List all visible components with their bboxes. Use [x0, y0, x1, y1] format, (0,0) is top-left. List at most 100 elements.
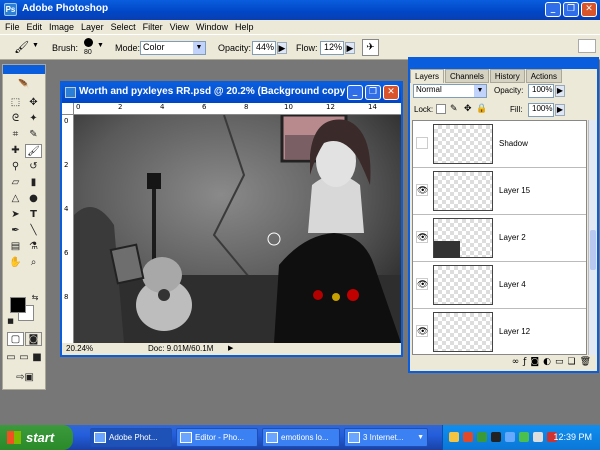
menu-help[interactable]: Help [233, 20, 259, 34]
menu-filter[interactable]: Filter [141, 20, 168, 34]
gradient-icon[interactable]: ▮ [25, 176, 42, 190]
minimize-button[interactable]: _ [545, 2, 561, 17]
toolbox-header[interactable] [3, 65, 45, 74]
swap-colors-icon[interactable]: ⇆ [30, 293, 40, 303]
marquee-icon[interactable]: ⬚ [7, 96, 24, 110]
layer-style-icon[interactable]: ƒ [523, 357, 526, 371]
layer-row[interactable]: 👁 Layer 2 [413, 215, 586, 262]
doc-minimize-button[interactable]: _ [347, 85, 363, 100]
tray-security-icon[interactable] [463, 432, 473, 442]
scrollbar-thumb[interactable] [590, 230, 596, 270]
layer-row[interactable]: 👁 Layer 12 [413, 309, 586, 354]
restore-button[interactable]: ❐ [563, 2, 579, 17]
doc-close-button[interactable]: ✕ [383, 85, 399, 100]
path-selection-icon[interactable]: ➤ [7, 208, 24, 222]
eraser-icon[interactable]: ▱ [7, 176, 24, 190]
line-icon[interactable]: ╲ [25, 224, 42, 238]
layer-row[interactable]: Shadow [413, 121, 586, 168]
blur-icon[interactable]: △ [7, 192, 24, 206]
flow-slider-arrow-icon[interactable]: ▶ [345, 42, 355, 54]
eye-icon[interactable]: 👁 [416, 325, 428, 337]
pen-icon[interactable]: ✒ [7, 224, 24, 238]
history-brush-icon[interactable]: ↺ [25, 160, 42, 174]
crop-icon[interactable]: ⌗ [7, 128, 24, 142]
adjustment-layer-icon[interactable]: ◐ [543, 357, 551, 371]
layers-palette-header[interactable] [410, 59, 597, 69]
healing-brush-icon[interactable]: ✚ [7, 144, 24, 158]
new-layer-icon[interactable]: ❏ [567, 357, 575, 371]
lock-transparency-icon[interactable] [436, 104, 446, 114]
zoom-icon[interactable]: ⌕ [25, 256, 42, 270]
default-colors-icon[interactable]: ■ [6, 317, 15, 326]
hidden-visibility-icon[interactable] [416, 137, 428, 149]
layer-opacity-arrow-icon[interactable]: ▶ [555, 85, 565, 97]
tray-network-icon[interactable] [491, 432, 501, 442]
menu-edit[interactable]: Edit [25, 20, 48, 34]
move-icon[interactable]: ✥ [25, 96, 42, 110]
blend-mode-select[interactable]: Normal ▼ [413, 84, 487, 98]
taskbar-item-emotions[interactable]: emotions lo... [262, 428, 340, 447]
lock-all-icon[interactable]: 🔒 [476, 103, 487, 114]
screen-mode-standard-icon[interactable]: ▭ [5, 351, 17, 365]
image-canvas[interactable] [74, 115, 401, 343]
close-button[interactable]: ✕ [581, 2, 597, 17]
mode-select[interactable]: Color ▼ [140, 41, 206, 55]
type-icon[interactable]: T [25, 208, 42, 222]
standard-mode-icon[interactable]: ▢ [7, 332, 24, 346]
tray-mail-icon[interactable] [449, 432, 459, 442]
tray-app-icon[interactable] [477, 432, 487, 442]
tray-update-icon[interactable] [519, 432, 529, 442]
layer-row[interactable]: 👁 Layer 15 [413, 168, 586, 215]
hand-icon[interactable]: ✋ [7, 256, 24, 270]
screen-mode-full-icon[interactable]: ■ [31, 351, 43, 365]
eye-icon[interactable]: 👁 [416, 278, 428, 290]
menu-view[interactable]: View [168, 20, 194, 34]
notes-icon[interactable]: ▤ [7, 240, 24, 254]
status-menu-arrow-icon[interactable]: ▶ [228, 344, 233, 352]
ruler-origin[interactable] [62, 103, 74, 115]
tab-actions[interactable]: Actions [525, 69, 562, 83]
start-button[interactable]: start [0, 425, 73, 450]
menu-select[interactable]: Select [109, 20, 141, 34]
eye-icon[interactable]: 👁 [416, 231, 428, 243]
layer-mask-icon[interactable]: ◙ [530, 357, 539, 371]
tray-volume-icon[interactable] [533, 432, 543, 442]
delete-layer-icon[interactable]: 🗑 [580, 357, 591, 371]
layer-row[interactable]: 👁 Layer 4 [413, 262, 586, 309]
brush-tool-icon[interactable]: 🖌 [14, 40, 29, 54]
palette-well-icon[interactable] [578, 39, 596, 53]
opacity-input[interactable]: 44% [252, 41, 276, 55]
foreground-color-swatch[interactable] [10, 297, 26, 313]
quick-mask-icon[interactable]: ◙ [25, 332, 42, 346]
slice-icon[interactable]: ✎ [25, 128, 42, 142]
eyedropper-icon[interactable]: ⚗ [25, 240, 42, 254]
document-titlebar[interactable]: Worth and pyxleyes RR.psd @ 20.2% (Backg… [62, 83, 401, 103]
airbrush-icon[interactable]: ✈ [362, 39, 379, 56]
tray-messenger-icon[interactable] [505, 432, 515, 442]
menu-image[interactable]: Image [47, 20, 79, 34]
tab-layers[interactable]: Layers [410, 69, 445, 83]
screen-mode-menubar-icon[interactable]: ▭ [18, 351, 30, 365]
menu-window[interactable]: Window [194, 20, 233, 34]
fill-arrow-icon[interactable]: ▶ [555, 104, 565, 116]
tab-channels[interactable]: Channels [445, 69, 489, 83]
system-clock[interactable]: 12:39 PM [553, 432, 592, 442]
lock-image-icon[interactable]: ✎ [450, 103, 458, 114]
opacity-slider-arrow-icon[interactable]: ▶ [277, 42, 287, 54]
feather-logo-icon[interactable]: 🪶 [5, 78, 43, 94]
brush-picker-arrow-icon[interactable]: ▼ [97, 42, 104, 49]
tab-history[interactable]: History [489, 69, 525, 83]
eye-icon[interactable]: 👁 [416, 184, 428, 196]
menu-file[interactable]: File [3, 20, 25, 34]
dodge-icon[interactable]: ● [25, 192, 42, 206]
new-group-icon[interactable]: ▭ [555, 357, 564, 371]
tool-preset-dropdown-icon[interactable]: ▼ [32, 42, 39, 49]
brush-preview-icon[interactable] [84, 38, 93, 47]
layer-opacity-input[interactable]: 100% [528, 84, 554, 98]
flow-input[interactable]: 12% [320, 41, 344, 55]
clone-stamp-icon[interactable]: ⚲ [7, 160, 24, 174]
jump-to-imageready-icon[interactable]: ⇨▣ [7, 371, 43, 385]
taskbar-item-photoshop[interactable]: Adobe Phot... [90, 428, 172, 447]
lasso-icon[interactable]: ᘓ [7, 112, 24, 126]
link-layers-icon[interactable]: ∞ [512, 357, 520, 371]
